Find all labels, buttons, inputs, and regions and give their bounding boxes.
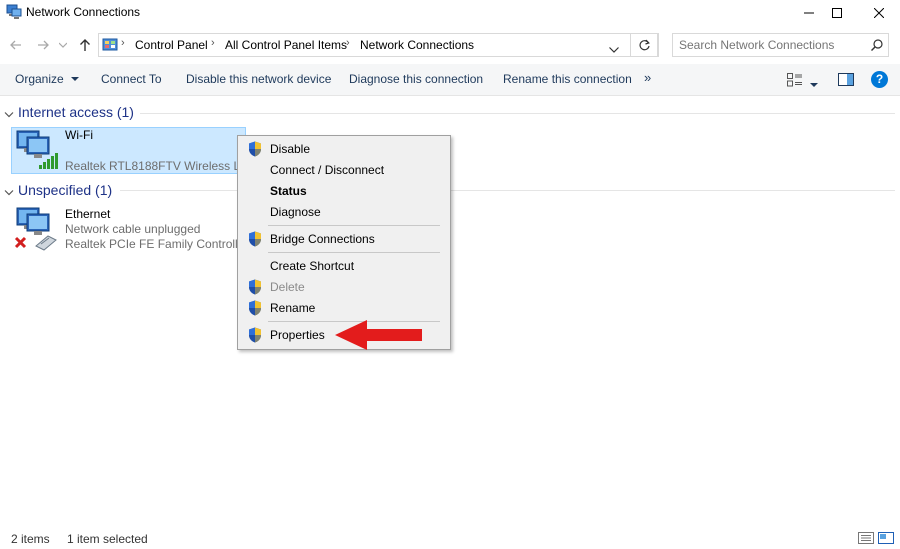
- back-button[interactable]: [6, 34, 26, 56]
- item-adapter-ethernet: Realtek PCIe FE Family Controller: [65, 237, 249, 251]
- view-options-chevron-icon[interactable]: [810, 77, 818, 91]
- menu-label: Create Shortcut: [270, 259, 355, 273]
- address-dropdown-chevron-icon[interactable]: [609, 42, 619, 56]
- menu-item-rename[interactable]: Rename: [238, 298, 450, 318]
- breadcrumb-separator-icon[interactable]: ›: [211, 37, 215, 49]
- menu-item-delete: Delete: [238, 277, 450, 297]
- menu-label: Delete: [270, 280, 305, 294]
- breadcrumb-separator-icon[interactable]: ›: [346, 37, 350, 49]
- details-view-icon[interactable]: [858, 532, 874, 547]
- group-divider: [140, 113, 895, 114]
- uac-shield-icon: [248, 300, 262, 316]
- uac-shield-icon: [248, 141, 262, 157]
- breadcrumb-separator-icon[interactable]: ›: [121, 37, 125, 49]
- address-bar[interactable]: › Control Panel › All Control Panel Item…: [98, 33, 658, 57]
- menu-label: Bridge Connections: [270, 232, 375, 246]
- uac-shield-icon: [248, 279, 262, 295]
- window-title: Network Connections: [26, 5, 141, 19]
- menu-label: Properties: [270, 328, 325, 342]
- ethernet-adapter-icon: [14, 206, 60, 252]
- menu-separator: [268, 252, 440, 253]
- breadcrumb-control-panel[interactable]: Control Panel: [135, 38, 208, 52]
- maximize-button[interactable]: [814, 0, 860, 26]
- search-box[interactable]: [672, 33, 889, 57]
- menu-label: Status: [270, 184, 307, 198]
- close-button[interactable]: [856, 0, 900, 26]
- search-icon[interactable]: [871, 39, 883, 54]
- refresh-icon: [639, 39, 650, 50]
- organize-label: Organize: [15, 72, 64, 86]
- preview-pane-icon[interactable]: [838, 73, 854, 89]
- item-status-ethernet: Network cable unplugged: [65, 222, 201, 236]
- menu-item-bridge-connections[interactable]: Bridge Connections: [238, 229, 450, 249]
- menu-label: Disable: [270, 142, 311, 156]
- uac-shield-icon: [248, 327, 262, 343]
- menu-item-diagnose[interactable]: Diagnose: [238, 202, 450, 222]
- up-button[interactable]: [75, 34, 95, 56]
- menu-label: Connect / Disconnect: [270, 163, 385, 177]
- organize-dropdown-icon: [71, 77, 80, 82]
- menu-item-create-shortcut[interactable]: Create Shortcut: [238, 256, 450, 276]
- network-connections-icon: [6, 4, 22, 20]
- group-header-internet-access[interactable]: Internet access (1): [18, 104, 134, 120]
- uac-shield-icon: [248, 231, 262, 247]
- breadcrumb-all-control-panel-items[interactable]: All Control Panel Items: [225, 38, 347, 52]
- group-collapse-chevron-icon[interactable]: [4, 186, 14, 200]
- item-name-wifi: Wi-Fi: [65, 128, 93, 142]
- disable-device-button[interactable]: Disable this network device: [186, 72, 331, 86]
- menu-label: Rename: [270, 301, 316, 315]
- connect-to-button[interactable]: Connect To: [101, 72, 162, 86]
- title-bar: Network Connections: [0, 0, 900, 26]
- red-arrow-annotation-icon: [333, 318, 425, 352]
- more-commands-button[interactable]: »: [644, 70, 651, 85]
- help-icon[interactable]: ?: [871, 71, 888, 88]
- breadcrumb-network-connections[interactable]: Network Connections: [360, 38, 474, 52]
- group-collapse-chevron-icon[interactable]: [4, 108, 14, 122]
- menu-label: Diagnose: [270, 205, 321, 219]
- status-selection: 1 item selected: [67, 532, 148, 546]
- organize-button[interactable]: Organize: [15, 72, 80, 86]
- rename-button[interactable]: Rename this connection: [503, 72, 632, 86]
- refresh-button[interactable]: [630, 33, 659, 57]
- group-header-unspecified[interactable]: Unspecified (1): [18, 182, 112, 198]
- change-view-icon[interactable]: [787, 73, 803, 90]
- menu-item-connect-disconnect[interactable]: Connect / Disconnect: [238, 160, 450, 180]
- command-bar: Organize Connect To Disable this network…: [0, 64, 900, 96]
- wifi-adapter-icon: [15, 129, 59, 171]
- search-input[interactable]: [679, 38, 859, 52]
- control-panel-icon: [102, 37, 118, 53]
- item-name-ethernet: Ethernet: [65, 207, 111, 221]
- menu-item-status[interactable]: Status: [238, 181, 450, 201]
- large-icons-view-icon[interactable]: [878, 532, 894, 547]
- recent-locations-chevron-icon[interactable]: [56, 34, 70, 56]
- menu-separator: [268, 225, 440, 226]
- status-item-count: 2 items: [11, 532, 50, 546]
- forward-button[interactable]: [33, 34, 53, 56]
- menu-item-disable[interactable]: Disable: [238, 139, 450, 159]
- diagnose-button[interactable]: Diagnose this connection: [349, 72, 483, 86]
